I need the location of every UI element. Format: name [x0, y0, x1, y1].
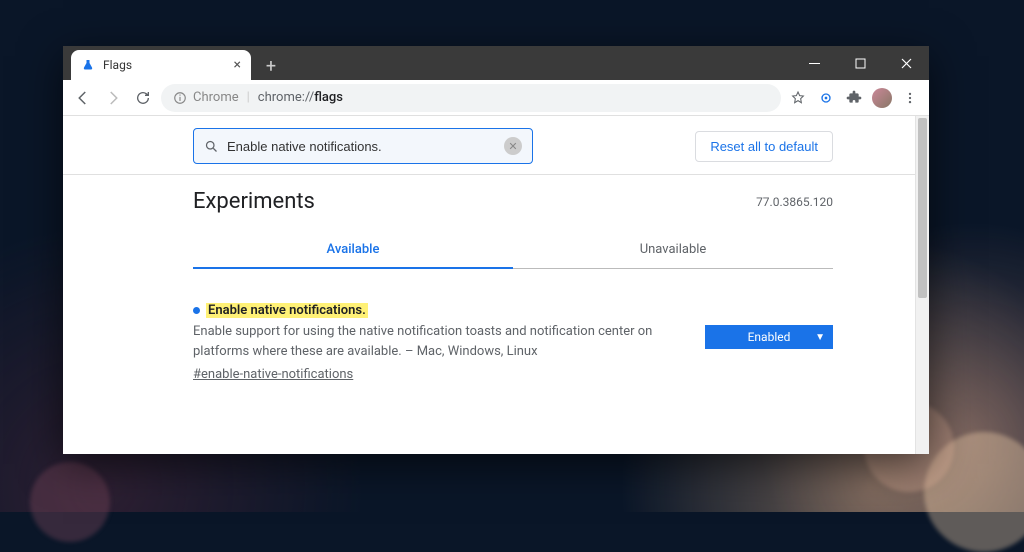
- tab-title: Flags: [103, 58, 132, 72]
- search-box[interactable]: ✕: [193, 128, 533, 164]
- forward-button[interactable]: [101, 86, 125, 110]
- scrollbar-thumb[interactable]: [918, 118, 927, 298]
- clear-search-icon[interactable]: ✕: [504, 137, 522, 155]
- omnibox-prefix: Chrome: [193, 90, 239, 105]
- back-button[interactable]: [71, 86, 95, 110]
- flag-tabs: Available Unavailable: [193, 232, 833, 269]
- page-content: ✕ Reset all to default Experiments 77.0.…: [63, 116, 929, 454]
- browser-tab[interactable]: Flags ×: [71, 50, 251, 80]
- separator: |: [247, 90, 250, 105]
- search-icon: [204, 139, 219, 154]
- url-text: chrome://flags: [258, 90, 343, 105]
- profile-avatar[interactable]: [871, 87, 893, 109]
- reload-button[interactable]: [131, 86, 155, 110]
- toolbar: Chrome | chrome://flags: [63, 80, 929, 116]
- flask-icon: [81, 58, 95, 72]
- flag-state-label: Enabled: [748, 330, 791, 344]
- chevron-down-icon: ▼: [815, 332, 825, 343]
- close-window-button[interactable]: [883, 46, 929, 80]
- address-bar[interactable]: Chrome | chrome://flags: [161, 84, 781, 112]
- version-label: 77.0.3865.120: [756, 195, 833, 209]
- modified-dot-icon: [193, 307, 200, 314]
- browser-window: Flags × + Chrome: [63, 46, 929, 454]
- bookmark-star-icon[interactable]: [787, 87, 809, 109]
- maximize-button[interactable]: [837, 46, 883, 80]
- flag-item: Enable native notifications. Enable supp…: [193, 303, 833, 382]
- window-controls: [791, 46, 929, 80]
- minimize-button[interactable]: [791, 46, 837, 80]
- extension-sync-icon[interactable]: [815, 87, 837, 109]
- reset-all-button[interactable]: Reset all to default: [695, 131, 833, 162]
- new-tab-button[interactable]: +: [257, 52, 285, 80]
- flag-title-row: Enable native notifications.: [193, 303, 689, 318]
- site-info-icon[interactable]: Chrome: [173, 90, 239, 105]
- vertical-scrollbar[interactable]: [915, 116, 929, 454]
- page-title: Experiments: [193, 189, 315, 214]
- flag-anchor-link[interactable]: #enable-native-notifications: [193, 367, 353, 382]
- titlebar: Flags × +: [63, 46, 929, 80]
- flag-description: Enable support for using the native noti…: [193, 322, 689, 361]
- close-tab-icon[interactable]: ×: [234, 57, 241, 73]
- flag-title: Enable native notifications.: [206, 303, 368, 318]
- extensions-icon[interactable]: [843, 87, 865, 109]
- menu-icon[interactable]: [899, 87, 921, 109]
- search-input[interactable]: [227, 139, 496, 154]
- flag-state-dropdown[interactable]: Enabled ▼: [705, 325, 833, 349]
- tab-unavailable[interactable]: Unavailable: [513, 232, 833, 269]
- tab-available[interactable]: Available: [193, 232, 513, 269]
